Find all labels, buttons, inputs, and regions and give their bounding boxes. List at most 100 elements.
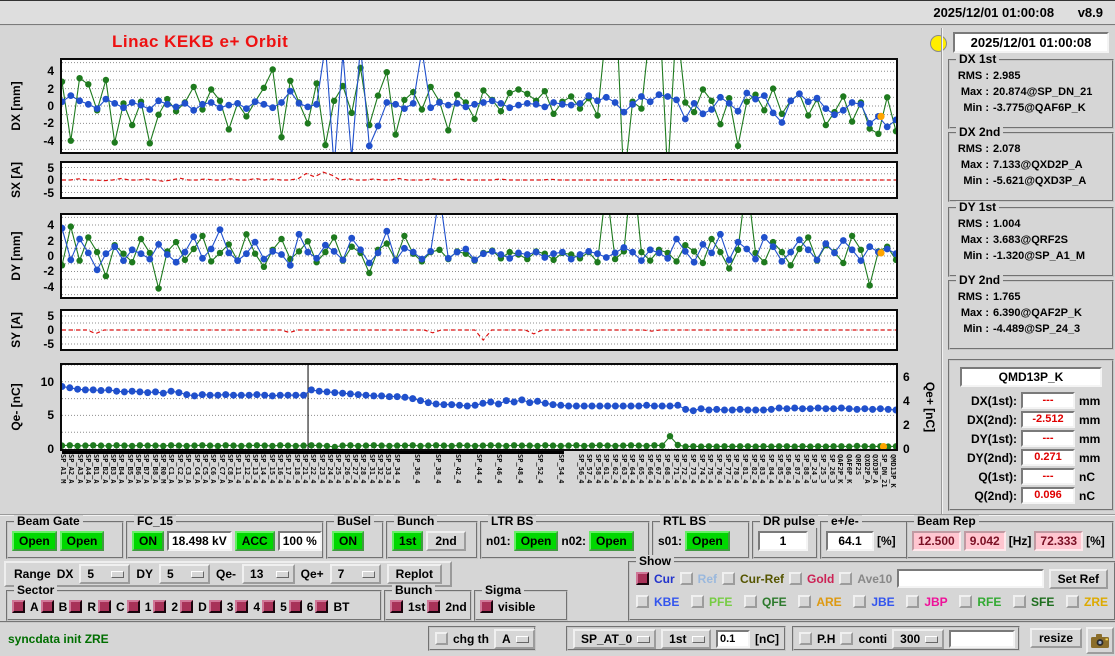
conti-checkbox[interactable]: conti [840,632,887,646]
show-checkbox[interactable] [798,595,812,608]
sector-checkbox[interactable] [40,600,54,613]
show-checkbox[interactable] [679,572,693,585]
sector-item-6[interactable]: 6 [288,600,313,614]
sigma-item-visible[interactable]: visible [480,600,535,614]
count-input[interactable] [949,629,1016,648]
ph-checkbox-box[interactable] [799,632,812,645]
sector-checkbox[interactable] [235,600,249,613]
sector-item-r[interactable]: R [69,600,96,614]
bpm-label: SP_52_4 [536,454,545,484]
sector-item-b[interactable]: B [40,600,67,614]
show-checkbox[interactable] [1012,595,1026,608]
show-item-cur[interactable]: Cur [636,572,675,586]
axis-label-qe: Qe- [nC] [9,383,23,431]
bunch-item-1st[interactable]: 1st [390,600,425,614]
sector-item-bt[interactable]: BT [315,600,349,614]
charge-threshold-input[interactable] [716,629,750,648]
show-item-zre[interactable]: ZRE [1065,595,1108,609]
show-item-sfe[interactable]: SFE [1012,595,1054,609]
show-checkbox[interactable] [636,572,649,585]
ph-checkbox[interactable]: P.H [799,632,835,646]
sector-item-2[interactable]: 2 [153,600,178,614]
show-item-qfe[interactable]: QFE [744,595,787,609]
bunch-checkbox[interactable] [427,600,441,613]
sigma-checkbox[interactable] [480,600,493,613]
sector-checkbox[interactable] [126,600,140,613]
sector-checkbox[interactable] [315,600,329,613]
ref-file-input[interactable] [897,569,1044,588]
sector-checkbox[interactable] [262,600,276,613]
range-label: Range [14,567,51,581]
sector-item-d[interactable]: D [180,600,207,614]
range-dx-select[interactable]: 5 [79,564,131,584]
range-qem-select[interactable]: 13 [242,564,295,584]
show-item-kbe[interactable]: KBE [636,595,679,609]
epe-title: e+/e- [828,515,862,528]
bunch-select[interactable]: 1st [661,628,711,649]
stat-label: Min : [963,175,989,187]
sector-select[interactable]: A [494,628,535,649]
sector-checkbox[interactable] [208,600,222,613]
sector-checkbox[interactable] [153,600,167,613]
resize-button[interactable]: resize [1030,628,1083,648]
show-checkbox[interactable] [959,595,973,608]
screenshot-button[interactable] [1086,627,1114,654]
sector-item-4[interactable]: 4 [235,600,260,614]
range-qep-select[interactable]: 7 [329,564,381,584]
show-checkbox[interactable] [636,595,649,608]
sector-item-c[interactable]: C [98,600,125,614]
beam-gate-open-1[interactable]: Open [12,531,57,551]
range-dy-select[interactable]: 5 [159,564,211,584]
bunch-checkbox[interactable] [390,600,403,613]
chg-th-checkbox[interactable]: chg th [435,632,489,646]
sector-checkbox[interactable] [69,600,83,613]
bunch-1st-button[interactable]: 1st [392,531,424,551]
fc15-on-button[interactable]: ON [132,531,164,551]
sector-item-a[interactable]: A [12,600,39,614]
sector-checkbox[interactable] [288,600,302,613]
show-item-are[interactable]: ARE [798,594,842,609]
set-ref-button[interactable]: Set Ref [1048,568,1108,589]
show-item-jbe[interactable]: JBE [853,595,895,609]
sector-checkbox[interactable] [180,600,194,613]
axis-tick: 0 [47,442,54,456]
show-item-ref[interactable]: Ref [679,572,717,586]
stats-box-title: DX 1st [956,53,1000,66]
show-checkbox[interactable] [853,595,867,608]
interval-select[interactable]: 300 [892,628,945,649]
chart-qe: Qe- [nC] 10 5 0 6 4 2 0 Qe+ [nC] [0,363,940,456]
replot-button[interactable]: Replot [386,564,442,584]
chg-th-checkbox-box[interactable] [435,632,448,645]
conti-checkbox-box[interactable] [840,632,854,645]
beam-gate-open-2[interactable]: Open [59,531,105,551]
show-checkbox[interactable] [744,595,757,608]
sector-item-3[interactable]: 3 [208,600,233,614]
show-checkbox[interactable] [839,572,853,585]
show-item-cur-ref[interactable]: Cur-Ref [722,572,784,586]
show-label: Cur [654,571,675,586]
ltr-n02-open-button[interactable]: Open [589,531,634,551]
ltr-n01-open-button[interactable]: Open [513,531,559,551]
show-checkbox[interactable] [906,595,920,608]
sector-checkbox[interactable] [98,600,112,613]
sector-item-5[interactable]: 5 [262,600,287,614]
show-checkbox[interactable] [691,595,704,608]
fc15-acc-button[interactable]: ACC [234,531,275,551]
busel-on-button[interactable]: ON [332,531,364,551]
bunch-2nd-button[interactable]: 2nd [426,531,466,551]
show-item-rfe[interactable]: RFE [959,595,1001,609]
show-item-jbp[interactable]: JBP [906,595,948,609]
qmd-row-unit: mm [1079,431,1101,446]
show-item-pfe[interactable]: PFE [691,595,732,609]
show-checkbox[interactable] [1065,595,1079,608]
rtl-s01-open-button[interactable]: Open [685,531,730,551]
show-item-ave10[interactable]: Ave10 [839,572,892,586]
show-checkbox[interactable] [722,572,736,585]
show-checkbox[interactable] [789,572,803,585]
bunch-item-2nd[interactable]: 2nd [427,600,467,614]
bpm-select[interactable]: SP_AT_0 [573,628,657,649]
sector-item-1[interactable]: 1 [126,600,151,614]
show-label: ARE [816,594,842,609]
sector-checkbox[interactable] [12,600,25,613]
show-item-gold[interactable]: Gold [789,572,834,586]
